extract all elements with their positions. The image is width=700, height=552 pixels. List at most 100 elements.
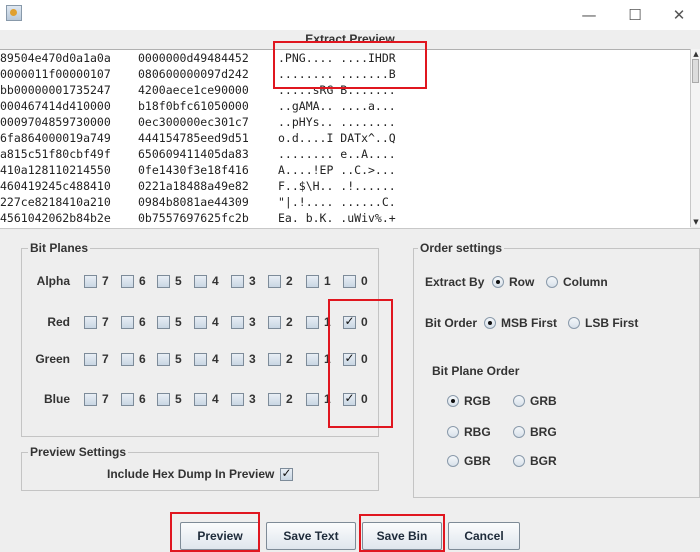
bit-number-label: 4 bbox=[212, 315, 219, 329]
green-bit-7-checkbox[interactable] bbox=[84, 353, 97, 366]
lsb-first-radio[interactable] bbox=[568, 317, 580, 329]
ascii-column: ........ e..A.... bbox=[278, 147, 396, 161]
minimize-button[interactable]: — bbox=[566, 0, 612, 30]
dialog-content: Extract Preview 89504e470d0a1a0a 0000000d… bbox=[0, 30, 700, 552]
hex-column: 4200aece1ce90000 bbox=[138, 83, 249, 97]
scroll-down-arrow-icon[interactable]: ▼ bbox=[691, 217, 700, 227]
red-bit-5-checkbox[interactable] bbox=[157, 316, 170, 329]
alpha-bit-5-checkbox[interactable] bbox=[157, 275, 170, 288]
bit-number-label: 4 bbox=[212, 352, 219, 366]
scrollbar-thumb[interactable] bbox=[692, 59, 699, 83]
plane-order-bgr-label[interactable]: BGR bbox=[530, 454, 557, 468]
msb-first-radio[interactable] bbox=[484, 317, 496, 329]
save-bin-button[interactable]: Save Bin bbox=[362, 522, 442, 550]
extract-by-column-label[interactable]: Column bbox=[563, 275, 608, 289]
bit-number-label: 3 bbox=[249, 274, 256, 288]
hex-column: 0000011f00000107 bbox=[0, 67, 111, 81]
hex-dump-label: Include Hex Dump In Preview bbox=[107, 467, 275, 481]
blue-bit-4-checkbox[interactable] bbox=[194, 393, 207, 406]
plane-order-grb-radio[interactable] bbox=[513, 395, 525, 407]
preview-scrollbar[interactable]: ▲ ▼ bbox=[690, 49, 700, 227]
plane-order-gbr-radio[interactable] bbox=[447, 455, 459, 467]
blue-bit-6-checkbox[interactable] bbox=[121, 393, 134, 406]
plane-order-brg-label[interactable]: BRG bbox=[530, 425, 557, 439]
lsb-first-label[interactable]: LSB First bbox=[585, 316, 638, 330]
plane-order-rgb-radio[interactable] bbox=[447, 395, 459, 407]
bit-number-label: 4 bbox=[212, 274, 219, 288]
hex-column: a815c51f80cbf49f bbox=[0, 147, 111, 161]
hex-column: 444154785eed9d51 bbox=[138, 131, 249, 145]
alpha-bit-6-checkbox[interactable] bbox=[121, 275, 134, 288]
plane-order-gbr-label[interactable]: GBR bbox=[464, 454, 491, 468]
extract-by-row-label[interactable]: Row bbox=[509, 275, 534, 289]
ascii-column: .PNG.... ....IHDR bbox=[278, 51, 396, 65]
hex-column: 4561042062b84b2e bbox=[0, 211, 111, 225]
hex-column: 227ce8218410a210 bbox=[0, 195, 111, 209]
plane-order-grb-label[interactable]: GRB bbox=[530, 394, 557, 408]
alpha-bit-4-checkbox[interactable] bbox=[194, 275, 207, 288]
bit-number-label: 3 bbox=[249, 315, 256, 329]
extract-preview-panel: Extract Preview 89504e470d0a1a0a 0000000d… bbox=[0, 30, 700, 229]
scroll-up-arrow-icon[interactable]: ▲ bbox=[691, 49, 700, 59]
bit-number-label: 7 bbox=[102, 392, 109, 406]
red-bit-6-checkbox[interactable] bbox=[121, 316, 134, 329]
red-bit-0-checkbox[interactable] bbox=[343, 314, 356, 329]
green-bit-1-checkbox[interactable] bbox=[306, 353, 319, 366]
red-bit-4-checkbox[interactable] bbox=[194, 316, 207, 329]
hex-dump-checkbox[interactable] bbox=[280, 466, 293, 481]
cancel-button[interactable]: Cancel bbox=[448, 522, 520, 550]
blue-bit-5-checkbox[interactable] bbox=[157, 393, 170, 406]
alpha-bit-2-checkbox[interactable] bbox=[268, 275, 281, 288]
blue-bit-2-checkbox[interactable] bbox=[268, 393, 281, 406]
bit-number-label: 0 bbox=[361, 315, 368, 329]
extract-by-column-radio[interactable] bbox=[546, 276, 558, 288]
msb-first-label[interactable]: MSB First bbox=[501, 316, 557, 330]
close-button[interactable]: ✕ bbox=[656, 0, 700, 30]
alpha-bit-1-checkbox[interactable] bbox=[306, 275, 319, 288]
green-bit-6-checkbox[interactable] bbox=[121, 353, 134, 366]
preview-button[interactable]: Preview bbox=[180, 522, 260, 550]
green-bit-4-checkbox[interactable] bbox=[194, 353, 207, 366]
channel-label-red: Red bbox=[47, 315, 70, 329]
hex-column: 6fa864000019a749 bbox=[0, 131, 111, 145]
red-bit-1-checkbox[interactable] bbox=[306, 316, 319, 329]
green-bit-0-checkbox[interactable] bbox=[343, 351, 356, 366]
plane-order-brg-radio[interactable] bbox=[513, 426, 525, 438]
plane-order-bgr-radio[interactable] bbox=[513, 455, 525, 467]
extract-preview-title: Extract Preview bbox=[305, 32, 395, 46]
hex-column: 0fe1430f3e18f416 bbox=[138, 163, 249, 177]
bit-number-label: 2 bbox=[286, 315, 293, 329]
blue-bit-7-checkbox[interactable] bbox=[84, 393, 97, 406]
green-bit-2-checkbox[interactable] bbox=[268, 353, 281, 366]
hex-column: 0b7557697625fc2b bbox=[138, 211, 249, 225]
hex-column: 0ec300000ec301c7 bbox=[138, 115, 249, 129]
bit-number-label: 3 bbox=[249, 392, 256, 406]
alpha-bit-0-checkbox[interactable] bbox=[343, 275, 356, 288]
plane-order-rbg-radio[interactable] bbox=[447, 426, 459, 438]
hex-column: 650609411405da83 bbox=[138, 147, 249, 161]
bit-number-label: 0 bbox=[361, 274, 368, 288]
bit-number-label: 5 bbox=[175, 392, 182, 406]
blue-bit-1-checkbox[interactable] bbox=[306, 393, 319, 406]
order-settings-title: Order settings bbox=[418, 241, 505, 255]
maximize-button[interactable]: ☐ bbox=[612, 0, 658, 30]
extract-by-row-radio[interactable] bbox=[492, 276, 504, 288]
plane-order-rbg-label[interactable]: RBG bbox=[464, 425, 491, 439]
green-bit-3-checkbox[interactable] bbox=[231, 353, 244, 366]
blue-bit-3-checkbox[interactable] bbox=[231, 393, 244, 406]
alpha-bit-7-checkbox[interactable] bbox=[84, 275, 97, 288]
red-bit-7-checkbox[interactable] bbox=[84, 316, 97, 329]
red-bit-3-checkbox[interactable] bbox=[231, 316, 244, 329]
hex-column: 0000000d49484452 bbox=[138, 51, 249, 65]
red-bit-2-checkbox[interactable] bbox=[268, 316, 281, 329]
save-text-button[interactable]: Save Text bbox=[266, 522, 356, 550]
bit-number-label: 3 bbox=[249, 352, 256, 366]
preview-settings-title: Preview Settings bbox=[28, 445, 129, 459]
bit-number-label: 4 bbox=[212, 392, 219, 406]
plane-order-rgb-label[interactable]: RGB bbox=[464, 394, 491, 408]
blue-bit-0-checkbox[interactable] bbox=[343, 391, 356, 406]
alpha-bit-3-checkbox[interactable] bbox=[231, 275, 244, 288]
green-bit-5-checkbox[interactable] bbox=[157, 353, 170, 366]
preview-text-area[interactable]: 89504e470d0a1a0a 0000000d49484452 .PNG....… bbox=[0, 49, 690, 228]
bit-number-label: 6 bbox=[139, 274, 146, 288]
